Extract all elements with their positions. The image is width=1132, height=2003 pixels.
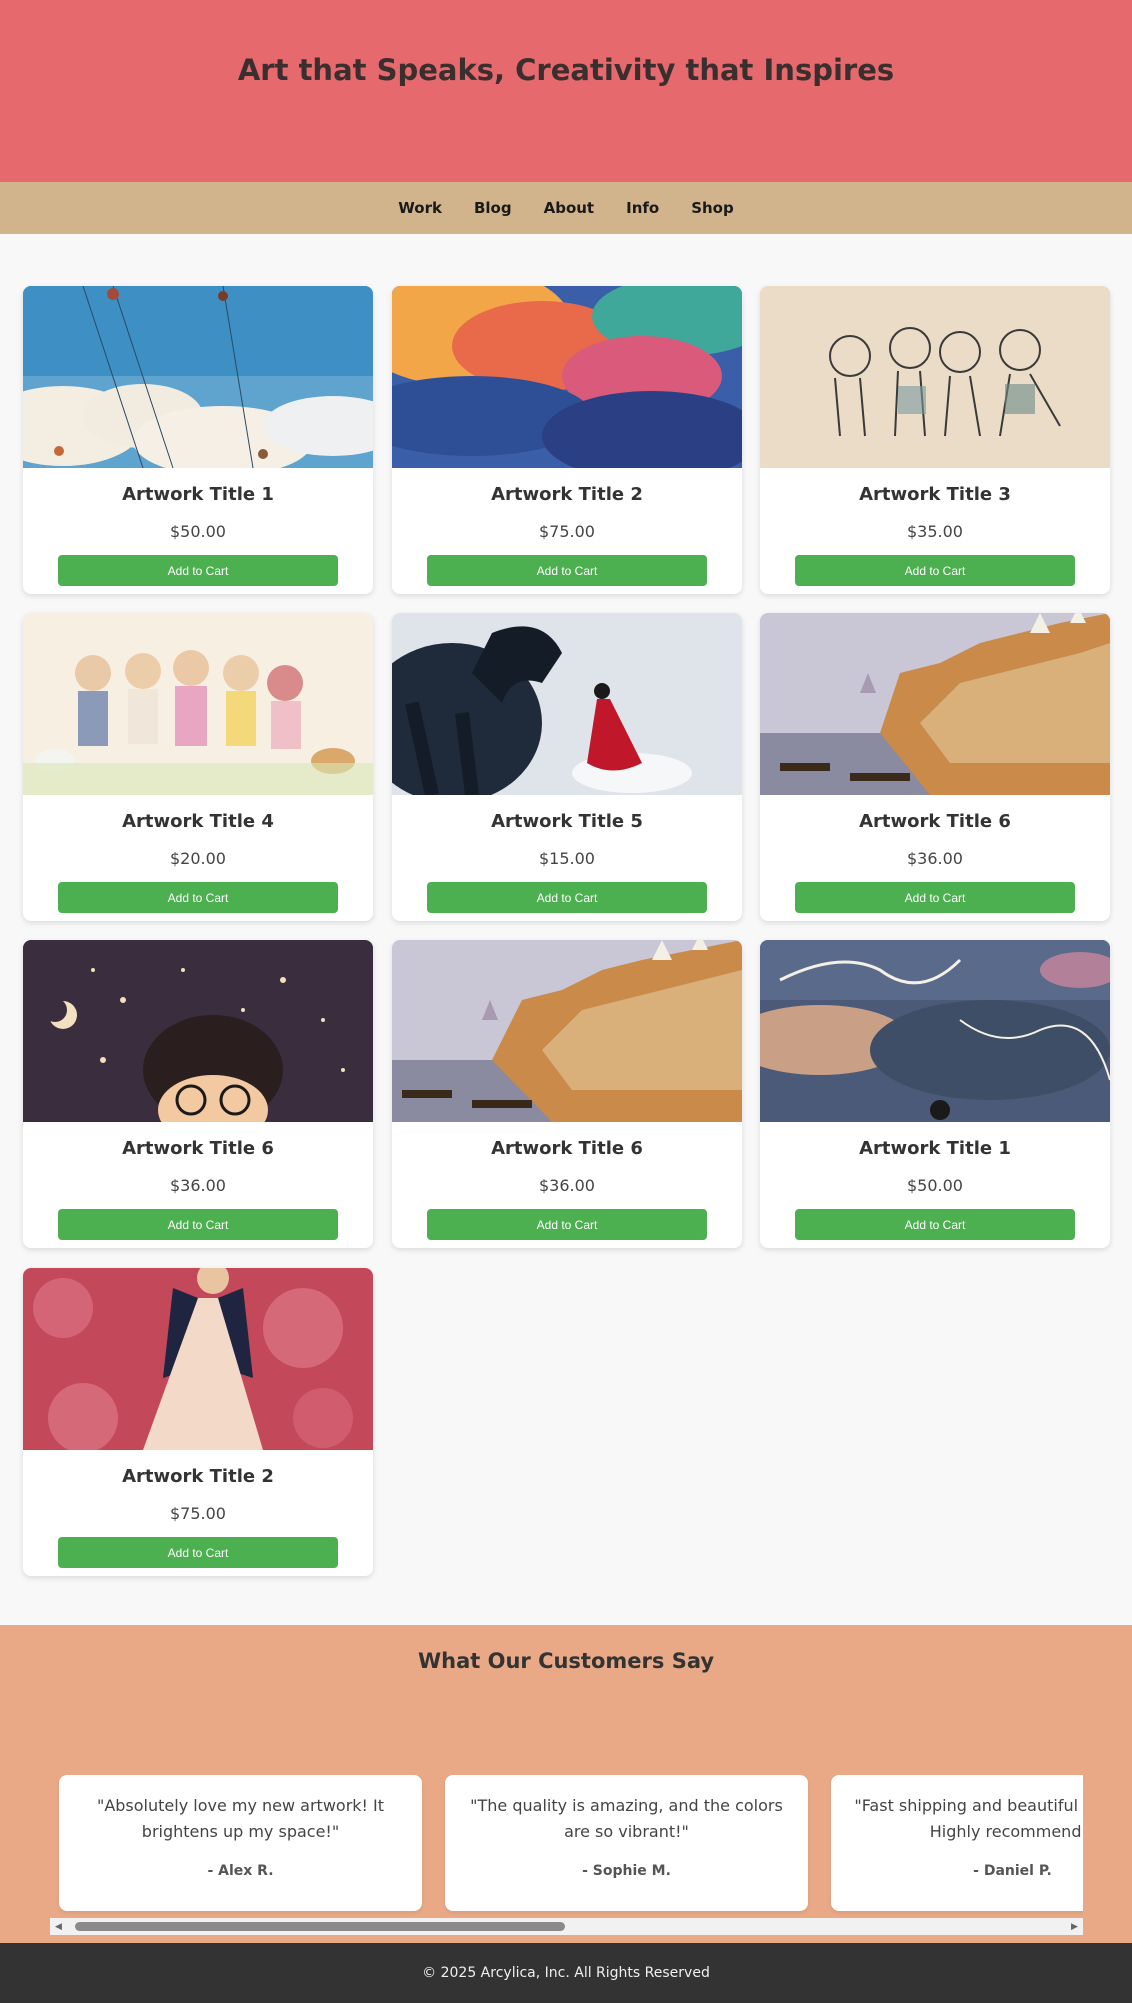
testimonial-text: "Absolutely love my new artwork! It brig… — [96, 1796, 385, 1841]
artwork-price: $36.00 — [170, 1176, 226, 1195]
artwork-title: Artwork Title 1 — [859, 1138, 1011, 1159]
testimonial-card: "Absolutely love my new artwork! It brig… — [59, 1775, 422, 1911]
add-to-cart-button[interactable]: Add to Cart — [795, 1209, 1075, 1240]
carousel-scrollbar[interactable]: ◀ ▶ — [50, 1918, 1083, 1935]
artwork-image[interactable] — [760, 286, 1110, 468]
product-card: Artwork Title 2 $75.00 Add to Cart — [23, 1268, 373, 1576]
add-to-cart-button[interactable]: Add to Cart — [58, 555, 338, 586]
hero-title: Art that Speaks, Creativity that Inspire… — [237, 53, 895, 87]
scrollbar-thumb[interactable] — [75, 1922, 565, 1931]
artwork-title: Artwork Title 3 — [859, 484, 1011, 505]
testimonial-card: "The quality is amazing, and the colors … — [445, 1775, 808, 1911]
testimonial-author: - Sophie M. — [582, 1863, 671, 1879]
product-card: Artwork Title 1 $50.00 Add to Cart — [760, 940, 1110, 1248]
product-card: Artwork Title 5 $15.00 Add to Cart — [392, 613, 742, 921]
artwork-image[interactable] — [392, 286, 742, 468]
testimonial-text: "The quality is amazing, and the colors … — [470, 1796, 783, 1841]
artwork-price: $36.00 — [539, 1176, 595, 1195]
product-card: Artwork Title 3 $35.00 Add to Cart — [760, 286, 1110, 594]
testimonial-card: "Fast shipping and beautiful packaging. … — [831, 1775, 1083, 1911]
artwork-title: Artwork Title 2 — [491, 484, 643, 505]
testimonial-author: - Alex R. — [207, 1863, 274, 1879]
artwork-price: $20.00 — [170, 849, 226, 868]
artwork-image[interactable] — [392, 613, 742, 795]
artwork-price: $75.00 — [539, 522, 595, 541]
copyright-text: © 2025 Arcylica, Inc. All Rights Reserve… — [422, 1965, 710, 1981]
hero-banner: Art that Speaks, Creativity that Inspire… — [0, 0, 1132, 182]
main-nav: Work Blog About Info Shop — [0, 182, 1132, 234]
artwork-price: $35.00 — [907, 522, 963, 541]
artwork-price: $36.00 — [907, 849, 963, 868]
testimonials-title: What Our Customers Say — [417, 1649, 715, 1673]
testimonial-author: - Daniel P. — [973, 1863, 1052, 1879]
artwork-title: Artwork Title 6 — [859, 811, 1011, 832]
artwork-title: Artwork Title 2 — [122, 1466, 274, 1487]
artwork-image[interactable] — [760, 940, 1110, 1122]
add-to-cart-button[interactable]: Add to Cart — [427, 1209, 707, 1240]
product-card: Artwork Title 6 $36.00 Add to Cart — [392, 940, 742, 1248]
add-to-cart-button[interactable]: Add to Cart — [795, 555, 1075, 586]
add-to-cart-button[interactable]: Add to Cart — [427, 882, 707, 913]
scroll-left-arrow-icon[interactable]: ◀ — [50, 1918, 67, 1935]
artwork-price: $50.00 — [170, 522, 226, 541]
artwork-title: Artwork Title 1 — [122, 484, 274, 505]
add-to-cart-button[interactable]: Add to Cart — [58, 1537, 338, 1568]
artwork-price: $15.00 — [539, 849, 595, 868]
testimonials-section: What Our Customers Say "Absolutely love … — [0, 1625, 1132, 1943]
nav-work[interactable]: Work — [398, 199, 442, 217]
artwork-title: Artwork Title 6 — [491, 1138, 643, 1159]
product-card: Artwork Title 1 $50.00 Add to Cart — [23, 286, 373, 594]
add-to-cart-button[interactable]: Add to Cart — [58, 882, 338, 913]
artwork-image[interactable] — [760, 613, 1110, 795]
product-card: Artwork Title 6 $36.00 Add to Cart — [23, 940, 373, 1248]
artwork-price: $50.00 — [907, 1176, 963, 1195]
artwork-image[interactable] — [23, 1268, 373, 1450]
artwork-image[interactable] — [392, 940, 742, 1122]
product-card: Artwork Title 2 $75.00 Add to Cart — [392, 286, 742, 594]
nav-shop[interactable]: Shop — [691, 199, 734, 217]
product-card: Artwork Title 6 $36.00 Add to Cart — [760, 613, 1110, 921]
artwork-title: Artwork Title 6 — [122, 1138, 274, 1159]
artwork-title: Artwork Title 5 — [491, 811, 643, 832]
nav-about[interactable]: About — [544, 199, 595, 217]
artwork-image[interactable] — [23, 613, 373, 795]
nav-info[interactable]: Info — [626, 199, 659, 217]
testimonials-carousel[interactable]: "Absolutely love my new artwork! It brig… — [50, 1775, 1083, 1920]
artwork-price: $75.00 — [170, 1504, 226, 1523]
testimonial-text: "Fast shipping and beautiful packaging. … — [854, 1796, 1083, 1841]
add-to-cart-button[interactable]: Add to Cart — [427, 555, 707, 586]
add-to-cart-button[interactable]: Add to Cart — [795, 882, 1075, 913]
artwork-image[interactable] — [23, 940, 373, 1122]
artwork-title: Artwork Title 4 — [122, 811, 274, 832]
artwork-image[interactable] — [23, 286, 373, 468]
product-card: Artwork Title 4 $20.00 Add to Cart — [23, 613, 373, 921]
add-to-cart-button[interactable]: Add to Cart — [58, 1209, 338, 1240]
nav-blog[interactable]: Blog — [474, 199, 512, 217]
footer: © 2025 Arcylica, Inc. All Rights Reserve… — [0, 1943, 1132, 2003]
scroll-right-arrow-icon[interactable]: ▶ — [1066, 1918, 1083, 1935]
